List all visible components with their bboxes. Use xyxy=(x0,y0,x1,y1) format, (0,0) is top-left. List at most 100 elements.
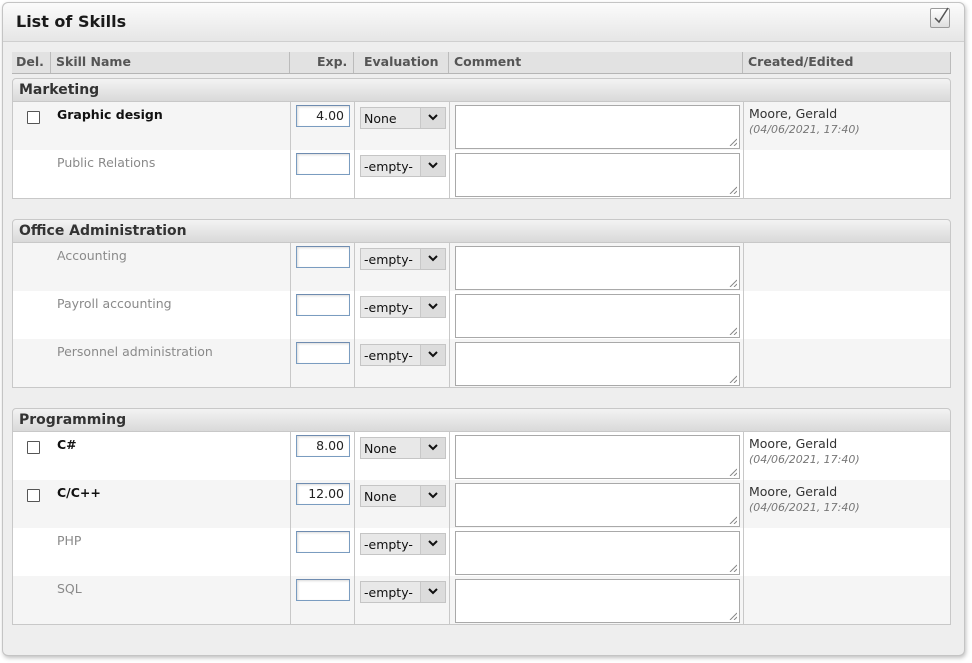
evaluation-select[interactable]: -empty- xyxy=(360,248,446,270)
col-skill-name: Skill Name xyxy=(56,54,131,69)
resize-grip-icon[interactable] xyxy=(729,138,737,146)
comment-textarea[interactable] xyxy=(455,483,740,527)
evaluation-value: None xyxy=(364,441,397,456)
skill-row: Personnel administration -empty- xyxy=(13,339,950,387)
chevron-down-icon xyxy=(428,351,438,358)
skill-name: Accounting xyxy=(57,248,127,263)
skill-name: PHP xyxy=(57,533,82,548)
created-date: (04/06/2021, 17:40) xyxy=(749,453,860,466)
exp-input[interactable] xyxy=(296,153,350,175)
chevron-down-icon xyxy=(428,255,438,262)
created-by: Moore, Gerald xyxy=(749,436,838,451)
evaluation-select[interactable]: -empty- xyxy=(360,296,446,318)
created-by: Moore, Gerald xyxy=(749,484,838,499)
exp-input[interactable] xyxy=(296,246,350,268)
skill-row: Public Relations -empty- xyxy=(13,150,950,198)
save-check-button[interactable] xyxy=(930,7,950,28)
evaluation-value: -empty- xyxy=(364,252,413,267)
evaluation-select[interactable]: -empty- xyxy=(360,344,446,366)
chevron-down-icon xyxy=(428,492,438,499)
evaluation-value: -empty- xyxy=(364,300,413,315)
resize-grip-icon[interactable] xyxy=(729,375,737,383)
chevron-down-icon xyxy=(428,303,438,310)
col-exp: Exp. xyxy=(317,54,348,69)
skill-row: SQL -empty- xyxy=(13,576,950,624)
skill-name: Personnel administration xyxy=(57,344,213,359)
evaluation-select[interactable]: None xyxy=(360,107,446,129)
section-rows: Graphic design 4.00 None Moore, Gerald (… xyxy=(12,102,951,199)
section-rows: C# 8.00 None Moore, Gerald (04/06/2021, … xyxy=(12,432,951,625)
skill-name: SQL xyxy=(57,581,82,596)
comment-textarea[interactable] xyxy=(455,294,740,338)
checkmark-icon xyxy=(934,7,949,24)
section-programming: Programming C# 8.00 None Moore, Gerald (… xyxy=(12,408,951,626)
dropdown-arrow xyxy=(420,156,445,176)
skill-row: C/C++ 12.00 None Moore, Gerald (04/06/20… xyxy=(13,480,950,528)
skill-name: C/C++ xyxy=(57,485,101,500)
evaluation-select[interactable]: -empty- xyxy=(360,581,446,603)
dropdown-arrow xyxy=(420,249,445,269)
exp-input[interactable]: 8.00 xyxy=(296,435,350,457)
evaluation-select[interactable]: -empty- xyxy=(360,155,446,177)
skill-row: Accounting -empty- xyxy=(13,243,950,291)
resize-grip-icon[interactable] xyxy=(729,516,737,524)
delete-checkbox[interactable] xyxy=(27,441,40,454)
evaluation-select[interactable]: -empty- xyxy=(360,533,446,555)
dropdown-arrow xyxy=(420,534,445,554)
evaluation-value: -empty- xyxy=(364,348,413,363)
dropdown-arrow xyxy=(420,297,445,317)
comment-textarea[interactable] xyxy=(455,435,740,479)
skill-name: Public Relations xyxy=(57,155,156,170)
comment-textarea[interactable] xyxy=(455,531,740,575)
section-title: Office Administration xyxy=(19,223,187,239)
resize-grip-icon[interactable] xyxy=(729,468,737,476)
dropdown-arrow xyxy=(420,438,445,458)
evaluation-select[interactable]: None xyxy=(360,437,446,459)
dropdown-arrow xyxy=(420,345,445,365)
col-comment: Comment xyxy=(454,54,522,69)
exp-input[interactable] xyxy=(296,531,350,553)
delete-checkbox[interactable] xyxy=(27,111,40,124)
evaluation-select[interactable]: None xyxy=(360,485,446,507)
resize-grip-icon[interactable] xyxy=(729,186,737,194)
column-header-row: Del. Skill Name Exp. Evaluation Comment … xyxy=(12,52,951,74)
section-header: Marketing xyxy=(12,78,951,102)
exp-input[interactable] xyxy=(296,579,350,601)
section-header: Office Administration xyxy=(12,219,951,243)
exp-input[interactable]: 4.00 xyxy=(296,105,350,127)
created-by: Moore, Gerald xyxy=(749,106,838,121)
section-marketing: Marketing Graphic design 4.00 None Moore… xyxy=(12,78,951,200)
created-date: (04/06/2021, 17:40) xyxy=(749,501,860,514)
chevron-down-icon xyxy=(428,114,438,121)
evaluation-value: -empty- xyxy=(364,537,413,552)
skill-row: C# 8.00 None Moore, Gerald (04/06/2021, … xyxy=(13,432,950,480)
col-created-edited: Created/Edited xyxy=(748,54,854,69)
resize-grip-icon[interactable] xyxy=(729,327,737,335)
delete-checkbox[interactable] xyxy=(27,489,40,502)
section-header: Programming xyxy=(12,408,951,432)
resize-grip-icon[interactable] xyxy=(729,279,737,287)
col-del: Del. xyxy=(16,54,44,69)
comment-textarea[interactable] xyxy=(455,246,740,290)
skill-row: Graphic design 4.00 None Moore, Gerald (… xyxy=(13,102,950,150)
skill-name: C# xyxy=(57,437,77,452)
resize-grip-icon[interactable] xyxy=(729,564,737,572)
exp-input[interactable] xyxy=(296,294,350,316)
section-title: Marketing xyxy=(19,82,100,98)
chevron-down-icon xyxy=(428,162,438,169)
comment-textarea[interactable] xyxy=(455,153,740,197)
exp-input[interactable]: 12.00 xyxy=(296,483,350,505)
panel-title: List of Skills xyxy=(16,12,127,31)
chevron-down-icon xyxy=(428,540,438,547)
evaluation-value: None xyxy=(364,489,397,504)
comment-textarea[interactable] xyxy=(455,105,740,149)
exp-input[interactable] xyxy=(296,342,350,364)
dropdown-arrow xyxy=(420,108,445,128)
skill-name: Graphic design xyxy=(57,107,163,122)
evaluation-value: -empty- xyxy=(364,159,413,174)
comment-textarea[interactable] xyxy=(455,579,740,623)
comment-textarea[interactable] xyxy=(455,342,740,386)
col-evaluation: Evaluation xyxy=(364,54,439,69)
evaluation-value: None xyxy=(364,111,397,126)
resize-grip-icon[interactable] xyxy=(729,612,737,620)
